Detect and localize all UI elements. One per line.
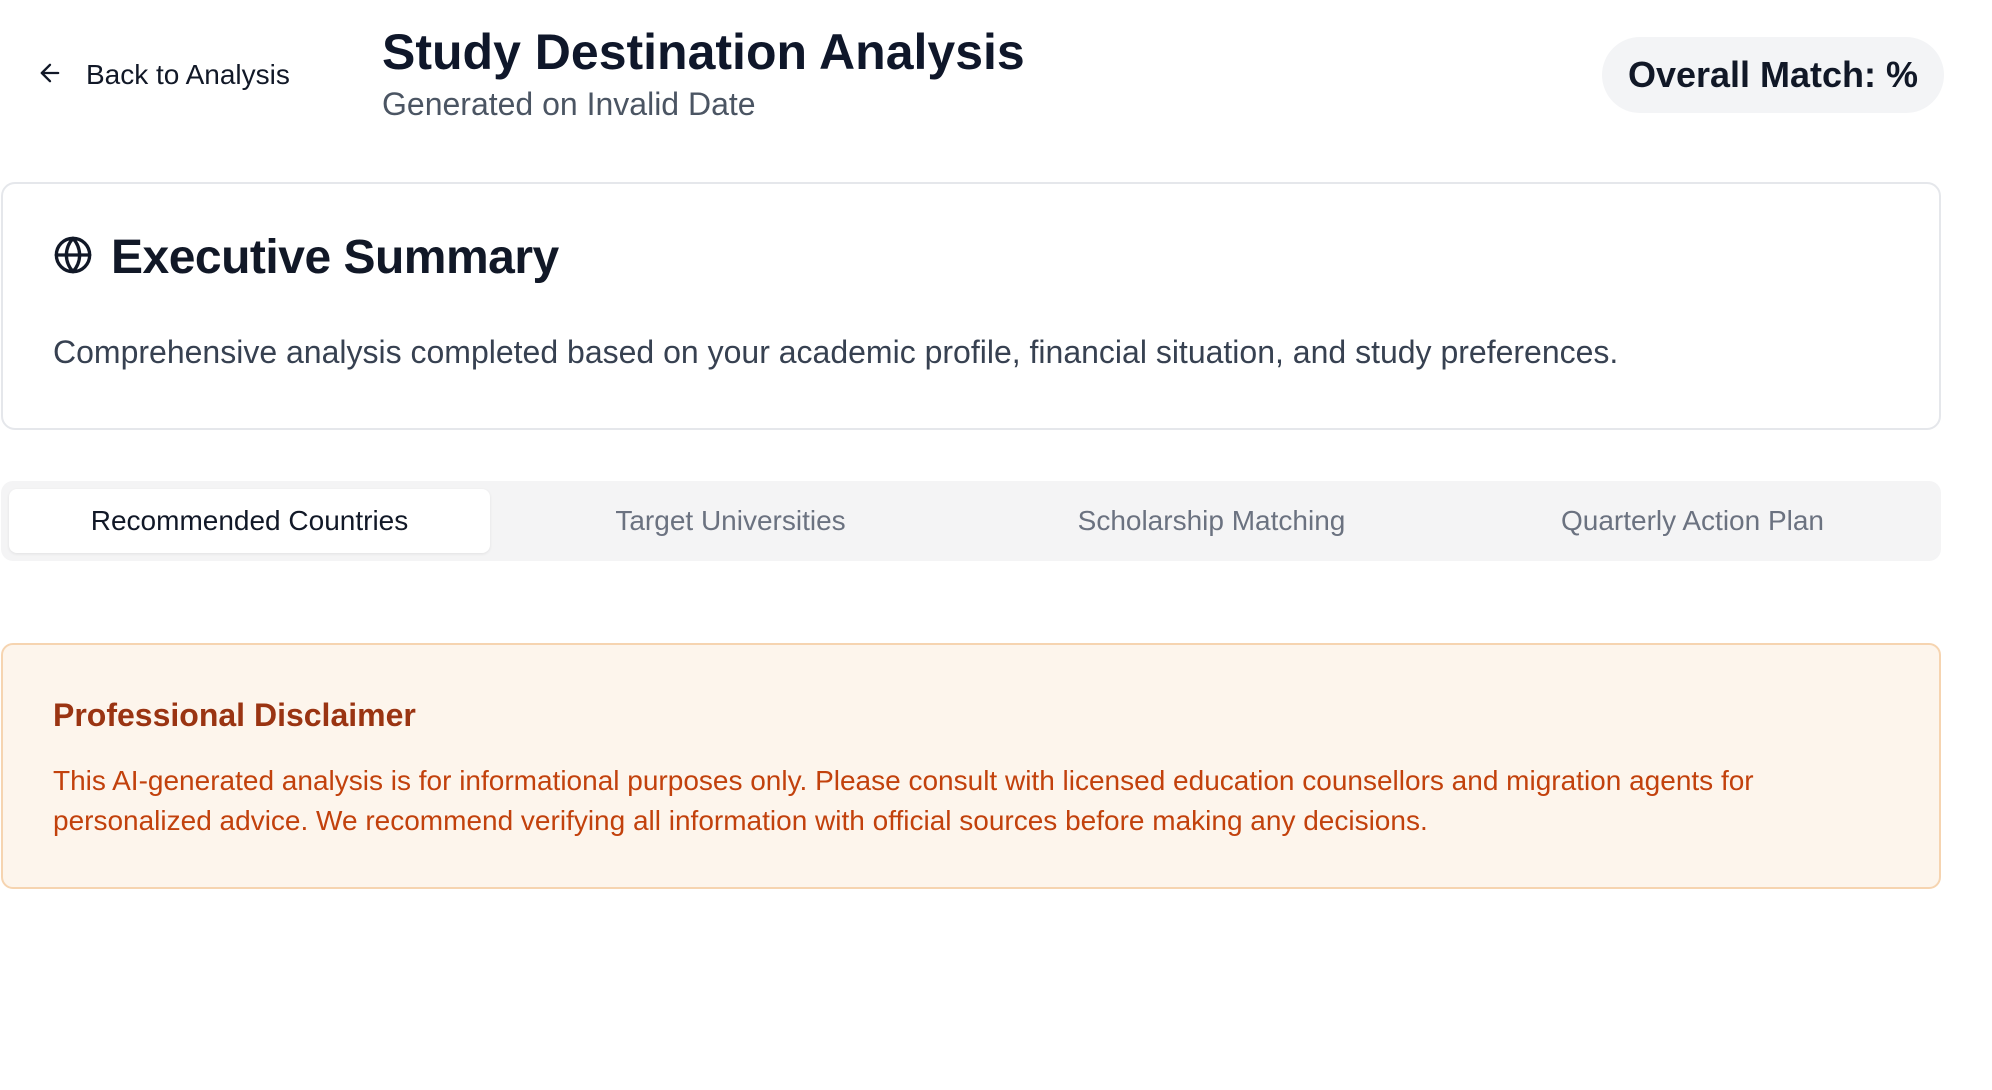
back-to-analysis-button[interactable]: Back to Analysis	[22, 50, 304, 100]
title-block: Study Destination Analysis Generated on …	[382, 22, 1025, 126]
executive-summary-card: Executive Summary Comprehensive analysis…	[1, 182, 1941, 430]
globe-icon	[53, 235, 93, 280]
back-button-label: Back to Analysis	[86, 59, 290, 90]
analysis-tabs: Recommended Countries Target Universitie…	[1, 481, 1941, 561]
page: Back to Analysis Study Destination Analy…	[0, 0, 1992, 1090]
tab-scholarship-matching[interactable]: Scholarship Matching	[971, 489, 1452, 553]
tab-quarterly-action-plan[interactable]: Quarterly Action Plan	[1452, 489, 1933, 553]
arrow-left-icon	[36, 59, 64, 92]
executive-summary-title: Executive Summary	[111, 231, 559, 284]
overall-match-badge: Overall Match: %	[1602, 37, 1944, 113]
disclaimer-text: This AI-generated analysis is for inform…	[53, 765, 1754, 836]
professional-disclaimer: Professional Disclaimer This AI-generate…	[1, 643, 1941, 889]
disclaimer-title: Professional Disclaimer	[53, 697, 416, 733]
generated-date: Generated on Invalid Date	[382, 86, 756, 122]
tab-target-universities[interactable]: Target Universities	[490, 489, 971, 553]
executive-summary-header: Executive Summary	[53, 230, 559, 285]
executive-summary-text: Comprehensive analysis completed based o…	[53, 334, 1619, 370]
tab-recommended-countries[interactable]: Recommended Countries	[9, 489, 490, 553]
page-title: Study Destination Analysis	[382, 24, 1025, 80]
